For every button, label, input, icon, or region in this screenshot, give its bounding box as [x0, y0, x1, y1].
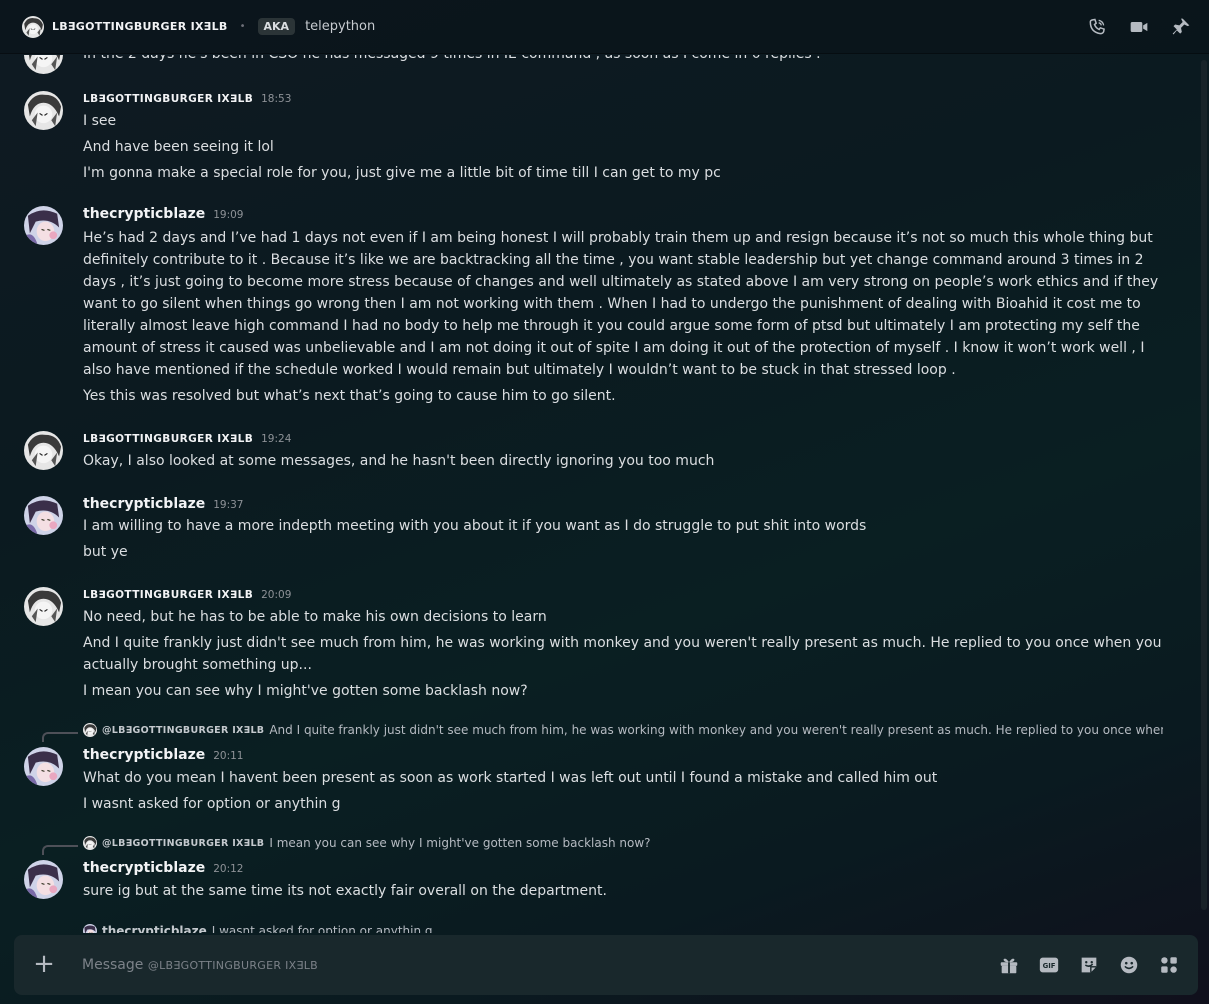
reply-author[interactable]: @LB∃GOTTINGBURGER IX∃LB	[102, 725, 264, 736]
avatar[interactable]	[24, 91, 63, 130]
message-text: I'm gonna make a special role for you, j…	[83, 165, 721, 181]
message-timestamp: 19:37	[213, 499, 244, 511]
reply-reference[interactable]: @LB∃GOTTINGBURGER IX∃LB I mean you can s…	[83, 836, 1163, 850]
reply-spine	[42, 845, 78, 855]
reply-author[interactable]: thecrypticblaze	[102, 924, 207, 933]
reply-text: I wasnt asked for option or anythin g	[211, 924, 433, 933]
apps-icon[interactable]	[1158, 954, 1180, 976]
message-timestamp: 19:24	[261, 433, 292, 445]
message-timestamp: 20:12	[213, 863, 244, 875]
header-actions	[1087, 17, 1191, 37]
reply-reference[interactable]: thecrypticblaze I wasnt asked for option…	[83, 924, 1163, 933]
message-author[interactable]: thecrypticblaze	[83, 747, 205, 763]
scrollbar[interactable]	[1201, 60, 1207, 910]
message-text: I see	[83, 113, 117, 129]
aka-badge: AKA	[257, 18, 296, 35]
avatar	[83, 924, 97, 933]
header-username[interactable]: LB∃GOTTINGBURGER IX∃LB	[52, 20, 228, 33]
gif-icon[interactable]: GIF	[1038, 954, 1060, 976]
add-icon[interactable]: +	[30, 951, 58, 979]
placeholder-prefix: Message	[82, 957, 148, 973]
message-text: He’s had 2 days and I’ve had 1 days not …	[83, 230, 1159, 378]
sticker-icon[interactable]	[1078, 954, 1100, 976]
message-text: I mean you can see why I might've gotten…	[83, 683, 528, 699]
avatar[interactable]	[24, 431, 63, 470]
message-text: In the 2 days he's been in CSO he has me…	[83, 55, 1163, 65]
message-input[interactable]: Message @LB∃GOTTINGBURGER IX∃LB	[82, 957, 318, 973]
dm-header: LB∃GOTTINGBURGER IX∃LB • AKA telepython	[0, 0, 1209, 54]
avatar[interactable]	[22, 15, 44, 38]
placeholder-name: @LB∃GOTTINGBURGER IX∃LB	[147, 959, 319, 972]
message-text: I am willing to have a more indepth meet…	[83, 518, 867, 534]
reply-reference[interactable]: @LB∃GOTTINGBURGER IX∃LB And I quite fran…	[83, 723, 1163, 737]
svg-text:GIF: GIF	[1043, 962, 1056, 970]
message-text: And have been seeing it lol	[83, 139, 274, 155]
emoji-icon[interactable]	[1118, 954, 1140, 976]
message-timestamp: 19:09	[213, 209, 244, 221]
message-text: Okay, I also looked at some messages, an…	[83, 453, 715, 469]
message-timestamp: 18:53	[261, 93, 292, 105]
message-timestamp: 20:11	[213, 750, 244, 762]
avatar[interactable]	[24, 206, 63, 245]
avatar[interactable]	[24, 55, 63, 74]
voice-call-icon[interactable]	[1087, 17, 1107, 37]
message-timestamp: 20:09	[261, 589, 292, 601]
avatar	[83, 723, 97, 737]
message-text: sure ig but at the same time its not exa…	[83, 883, 607, 899]
avatar[interactable]	[24, 860, 63, 899]
composer-actions: GIF	[998, 954, 1180, 976]
reply-text: I mean you can see why I might've gotten…	[269, 836, 651, 850]
message-author[interactable]: thecrypticblaze	[83, 206, 205, 222]
pin-icon[interactable]	[1171, 17, 1191, 37]
reply-spine	[42, 732, 78, 742]
message-text: No need, but he has to be able to make h…	[83, 609, 547, 625]
message-text: And I quite frankly just didn't see much…	[83, 635, 1162, 673]
message-author[interactable]: LB∃GOTTINGBURGER IX∃LB	[83, 433, 253, 445]
message-author[interactable]: LB∃GOTTINGBURGER IX∃LB	[83, 93, 253, 105]
avatar[interactable]	[24, 747, 63, 786]
video-call-icon[interactable]	[1129, 17, 1149, 37]
avatar	[83, 836, 97, 850]
message-text: What do you mean I havent been present a…	[83, 770, 938, 786]
message-text: I wasnt asked for option or anythin g	[83, 796, 341, 812]
aka-name: telepython	[305, 19, 376, 34]
message-text: but ye	[83, 544, 128, 560]
message-author[interactable]: thecrypticblaze	[83, 496, 205, 512]
message-composer[interactable]: + Message @LB∃GOTTINGBURGER IX∃LB GIF	[14, 935, 1198, 995]
message-text: Yes this was resolved but what’s next th…	[83, 388, 616, 404]
gift-icon[interactable]	[998, 954, 1020, 976]
avatar[interactable]	[24, 587, 63, 626]
message-author[interactable]: thecrypticblaze	[83, 860, 205, 876]
message-list[interactable]: In the 2 days he's been in CSO he has me…	[0, 55, 1209, 933]
reply-text: And I quite frankly just didn't see much…	[269, 723, 1163, 737]
message-author[interactable]: LB∃GOTTINGBURGER IX∃LB	[83, 589, 253, 601]
separator-dot: •	[239, 21, 246, 32]
avatar[interactable]	[24, 496, 63, 535]
reply-author[interactable]: @LB∃GOTTINGBURGER IX∃LB	[102, 838, 264, 849]
